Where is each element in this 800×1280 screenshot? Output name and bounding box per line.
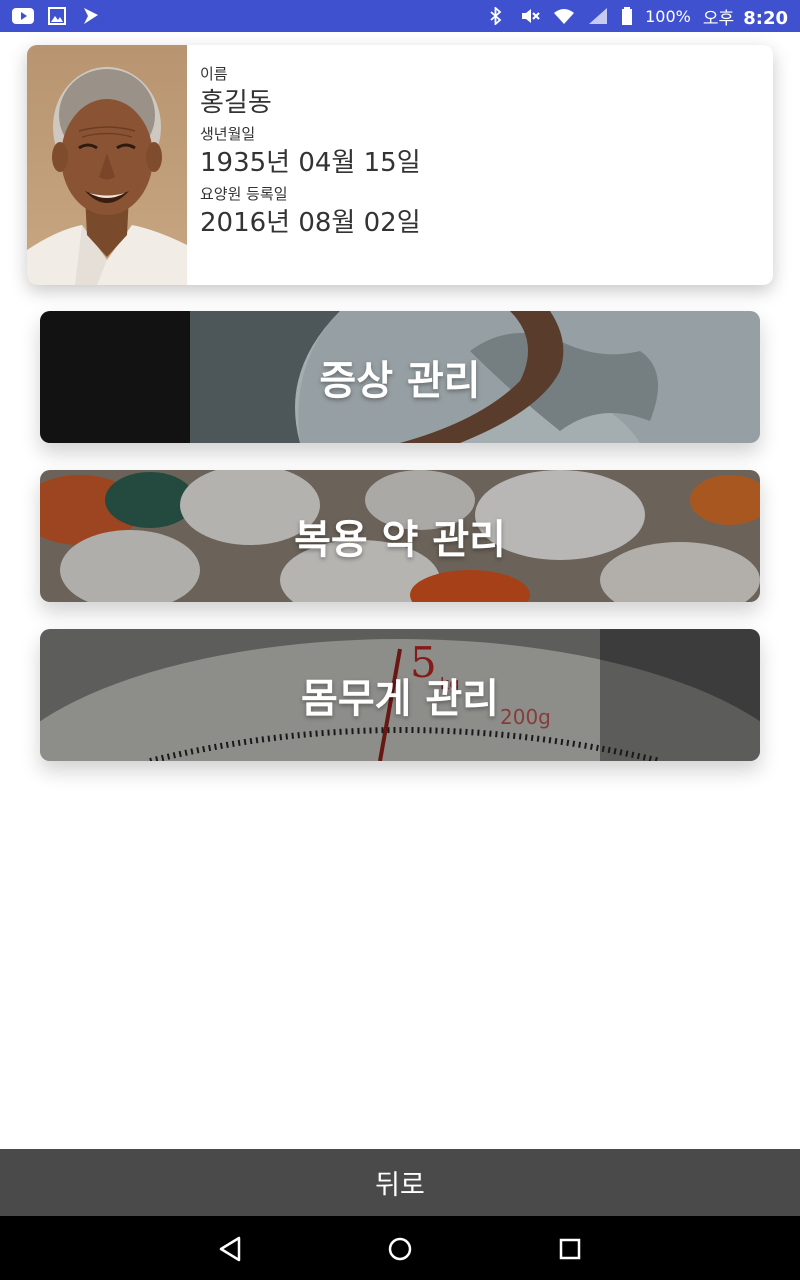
symptom-management-label: 증상 관리 [319,358,481,404]
profile-card: 이름 홍길동 생년월일 1935년 04월 15일 요양원 등록일 2016년 … [27,45,773,285]
medication-management-label: 복용 약 관리 [294,517,506,563]
weight-management-label: 몸무게 관리 [301,676,499,722]
registration-date-label: 요양원 등록일 [200,185,288,203]
recents-square-icon[interactable] [555,1234,585,1264]
mute-icon [519,7,541,25]
birth-date-value: 1935년 04월 15일 [200,148,421,178]
profile-info: 이름 홍길동 생년월일 1935년 04월 15일 요양원 등록일 2016년 … [187,45,421,285]
app-notification-icon [80,7,102,25]
youtube-icon [12,7,34,25]
back-button[interactable]: 뒤로 [0,1149,800,1216]
time-period: 오후 [702,8,735,29]
status-bar: 100% 오후 8:20 [0,0,800,32]
registration-date-value: 2016년 08월 02일 [200,208,421,238]
battery-icon [621,7,633,25]
status-bar-right: 100% 오후 8:20 [485,4,788,29]
clock: 8:20 [743,7,788,29]
gallery-icon [46,7,68,25]
bluetooth-icon [485,7,507,25]
symptom-management-button[interactable]: 증상 관리 [40,311,760,443]
name-label: 이름 [200,65,228,83]
wifi-icon [553,7,575,25]
weight-management-button[interactable]: 5 kg 200g 몸무게 관리 [40,629,760,761]
back-triangle-icon[interactable] [215,1234,245,1264]
navigation-bar [0,1216,800,1280]
signal-icon [587,7,609,25]
profile-photo [27,45,187,285]
medication-management-button[interactable]: 복용 약 관리 [40,470,760,602]
name-value: 홍길동 [200,88,272,118]
battery-percent: 100% [645,6,691,26]
birth-date-label: 생년월일 [200,125,256,143]
screen: 100% 오후 8:20 이름 홍길동 생년월일 1935년 04월 15일 요… [0,0,800,1280]
back-button-label: 뒤로 [375,1170,425,1200]
status-bar-left [12,7,102,25]
home-circle-icon[interactable] [385,1234,415,1264]
